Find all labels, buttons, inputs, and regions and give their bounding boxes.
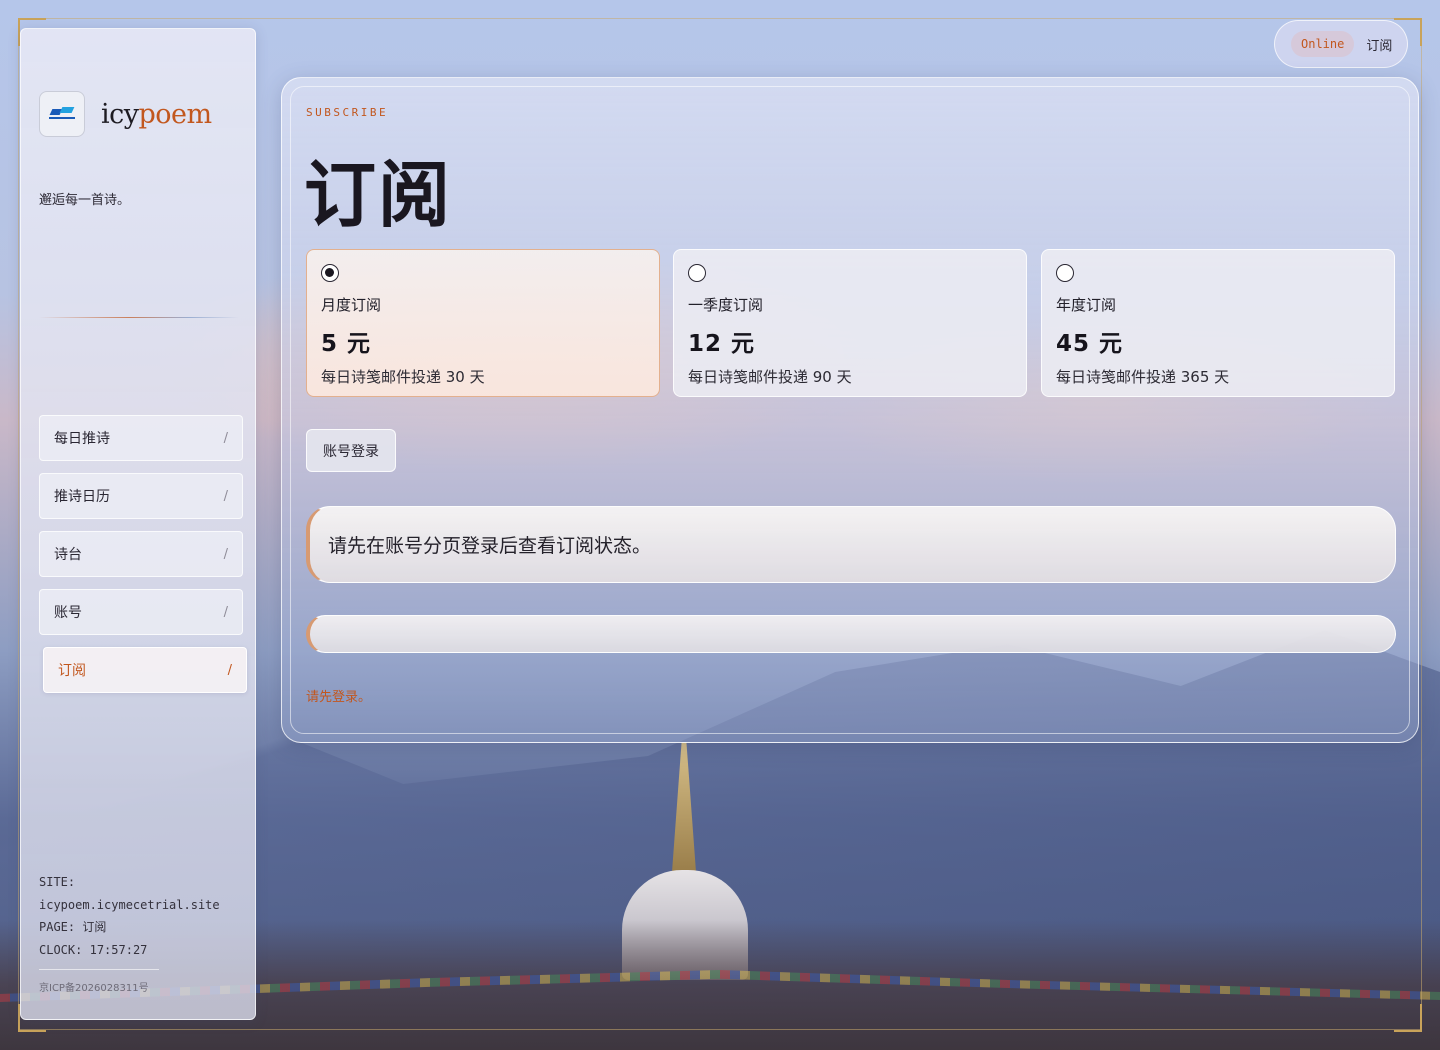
meta-page-label: PAGE: (39, 920, 76, 934)
sidebar-item-marker: / (227, 662, 232, 678)
plan-radio-yearly[interactable] (1056, 264, 1074, 282)
sidebar-item-marker: / (223, 430, 228, 446)
sidebar: icypoem 邂逅每一首诗。 每日推诗 / 推诗日历 / 诗台 / 账号 / … (20, 28, 256, 1020)
meta-clock-label: CLOCK: (39, 942, 83, 957)
meta-site-label: SITE: (39, 875, 76, 889)
subscription-notice: 请先在账号分页登录后查看订阅状态。 (306, 506, 1396, 583)
sidebar-item-label: 推诗日历 (54, 489, 110, 505)
meta-clock-value: 17:57:27 (89, 942, 148, 957)
brand-name: icypoem (101, 99, 212, 130)
sidebar-nav: 每日推诗 / 推诗日历 / 诗台 / 账号 / 订阅 / (39, 415, 247, 705)
plan-options: 月度订阅 5 元 每日诗笺邮件投递 30 天 一季度订阅 12 元 每日诗笺邮件… (306, 249, 1396, 397)
status-pill: Online 订阅 (1274, 20, 1408, 68)
sidebar-item-daily-poem[interactable]: 每日推诗 / (39, 415, 243, 461)
sidebar-item-poem-calendar[interactable]: 推诗日历 / (39, 473, 243, 519)
page-title: 订阅 (304, 153, 453, 237)
brand[interactable]: icypoem (39, 91, 212, 137)
tagline: 邂逅每一首诗。 (39, 193, 131, 208)
icymecetrial-logo-icon (39, 91, 85, 137)
sidebar-item-subscribe[interactable]: 订阅 / (43, 647, 247, 693)
plan-price: 45 元 (1056, 331, 1124, 357)
meta-site-value: icypoem.icymecetrial.site (39, 897, 220, 912)
login-hint: 请先登录。 (306, 690, 372, 705)
sidebar-item-label: 订阅 (58, 663, 86, 679)
plan-option-quarterly[interactable]: 一季度订阅 12 元 每日诗笺邮件投递 90 天 (673, 249, 1027, 397)
plan-price: 12 元 (688, 331, 756, 357)
account-login-button[interactable]: 账号登录 (306, 429, 396, 472)
logo-mark (49, 107, 75, 121)
brand-name-part2: poem (138, 98, 213, 130)
plan-price: 5 元 (321, 331, 372, 357)
frame-corner-bottom-right (1394, 1004, 1422, 1032)
plan-description: 每日诗笺邮件投递 365 天 (1056, 368, 1230, 386)
sidebar-item-marker: / (223, 604, 228, 620)
sidebar-item-account[interactable]: 账号 / (39, 589, 243, 635)
icp-license[interactable]: 京ICP备2026028311号 (39, 979, 149, 994)
plan-radio-monthly[interactable] (321, 264, 339, 282)
plan-radio-quarterly[interactable] (688, 264, 706, 282)
current-page-label: 订阅 (1366, 38, 1393, 54)
subscription-status-bar (306, 615, 1396, 653)
plan-name: 一季度订阅 (688, 296, 764, 314)
online-badge: Online (1291, 31, 1355, 57)
brand-name-part1: icy (101, 98, 139, 130)
sidebar-item-marker: / (223, 546, 228, 562)
plan-name: 年度订阅 (1056, 296, 1117, 314)
plan-option-yearly[interactable]: 年度订阅 45 元 每日诗笺邮件投递 365 天 (1041, 249, 1395, 397)
meta-page-value: 订阅 (82, 920, 107, 934)
plan-description: 每日诗笺邮件投递 30 天 (321, 368, 485, 386)
plan-name: 月度订阅 (321, 296, 382, 314)
sidebar-item-label: 诗台 (54, 547, 82, 563)
sidebar-item-poem-stage[interactable]: 诗台 / (39, 531, 243, 577)
sidebar-divider (39, 317, 239, 318)
plan-option-monthly[interactable]: 月度订阅 5 元 每日诗笺邮件投递 30 天 (306, 249, 660, 397)
section-eyebrow: SUBSCRIBE (306, 106, 389, 119)
plan-description: 每日诗笺邮件投递 90 天 (688, 368, 852, 386)
site-meta: SITE: icypoem.icymecetrial.site PAGE: 订阅… (39, 871, 220, 961)
sidebar-item-marker: / (223, 488, 228, 504)
main-panel: SUBSCRIBE 订阅 月度订阅 5 元 每日诗笺邮件投递 30 天 一季度订… (281, 77, 1419, 743)
sidebar-item-label: 每日推诗 (54, 431, 110, 447)
meta-divider (39, 969, 159, 970)
sidebar-item-label: 账号 (54, 605, 82, 621)
